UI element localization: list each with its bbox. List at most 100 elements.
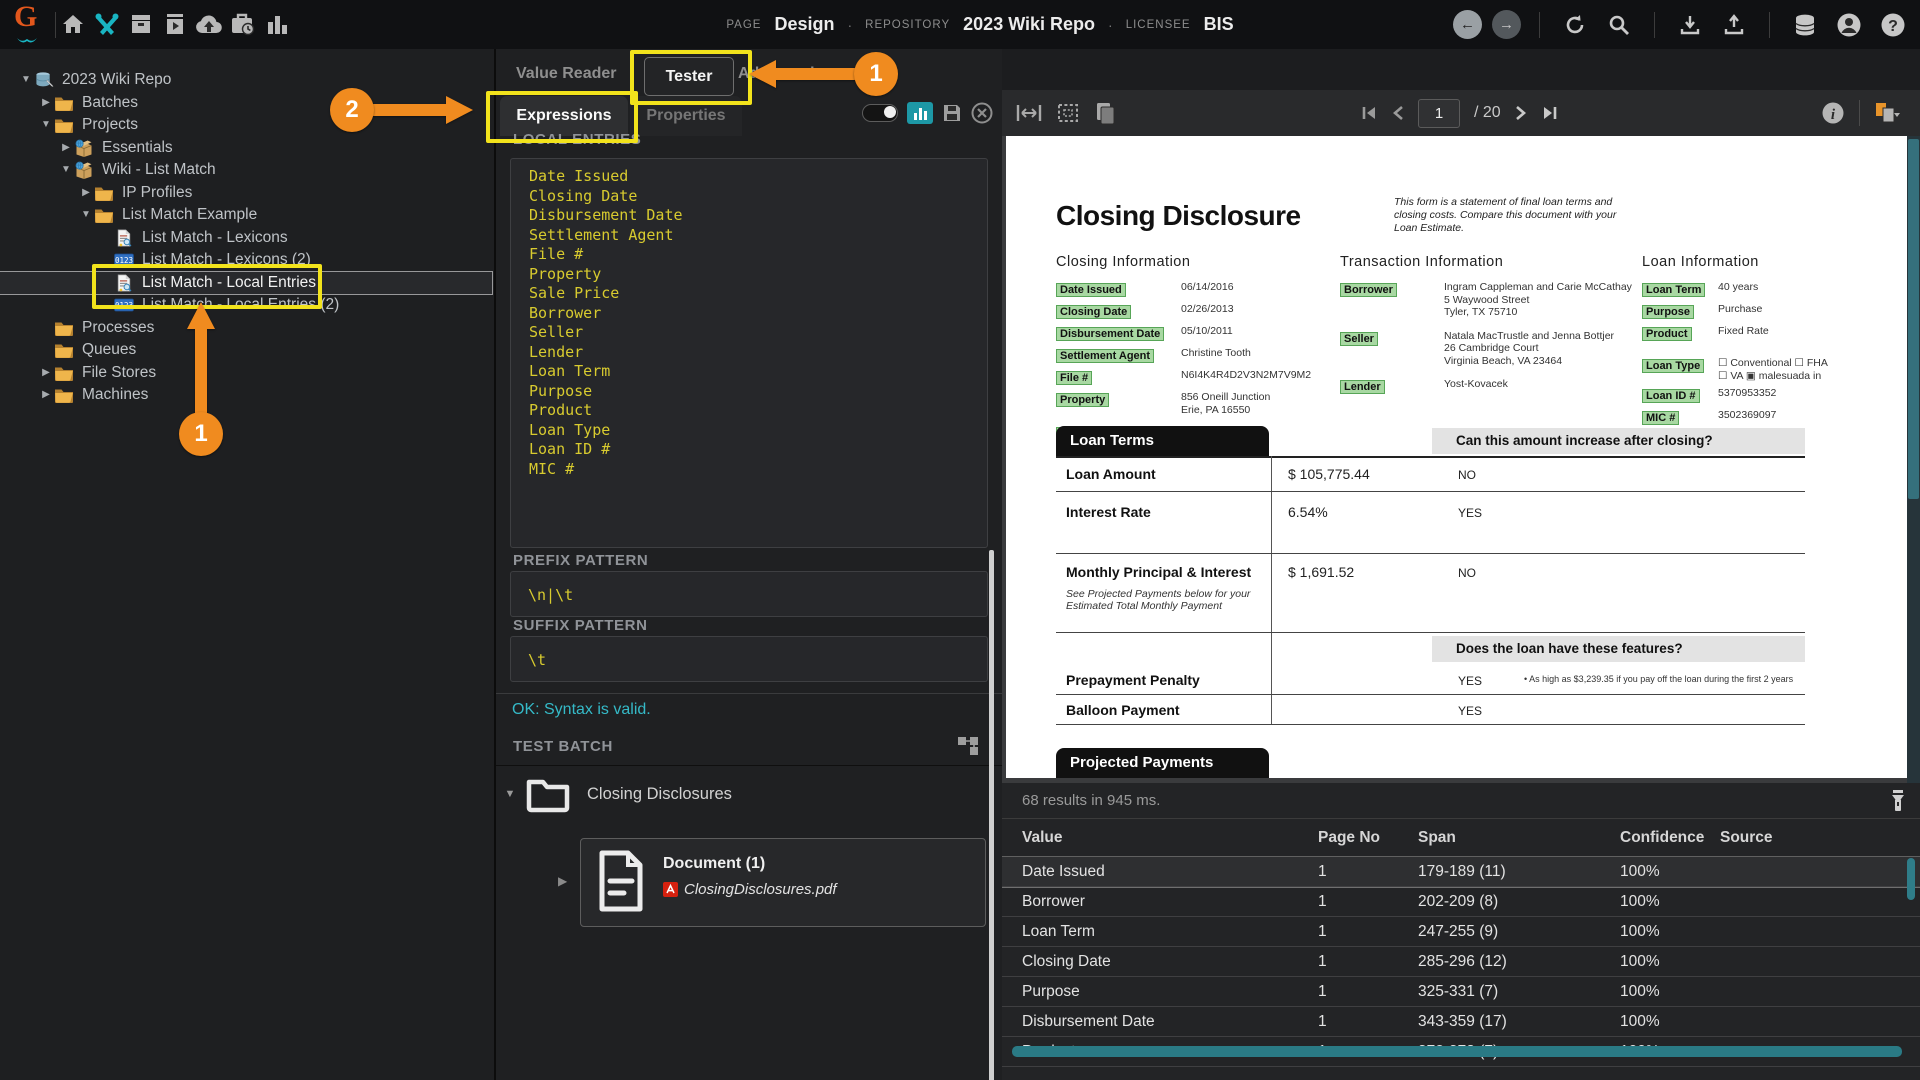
local-entry: Purpose xyxy=(529,381,593,400)
viewer-tools-left xyxy=(1016,90,1116,136)
tree-item-projects[interactable]: ▼ Projects xyxy=(0,114,494,137)
divider xyxy=(496,693,1002,694)
tree-item-queues[interactable]: Queues xyxy=(0,339,494,362)
chevron-right-icon[interactable]: ▶ xyxy=(38,362,54,385)
local-entry: Settlement Agent xyxy=(529,225,674,244)
download-icon[interactable] xyxy=(1673,8,1707,42)
batch-folder-row[interactable]: ▼ Closing Disclosures xyxy=(496,774,732,814)
suffix-pattern-input[interactable]: \t xyxy=(510,636,988,682)
results-cell: 100% xyxy=(1620,862,1660,880)
results-column-page-no[interactable]: Page No xyxy=(1318,829,1418,847)
chevron-right-icon[interactable]: ▶ xyxy=(38,384,54,407)
prepayment-penalty-label: Prepayment Penalty xyxy=(1066,672,1200,688)
layout-icon[interactable] xyxy=(1874,101,1904,125)
help-icon[interactable]: ? xyxy=(1876,8,1910,42)
upload-icon[interactable] xyxy=(1717,8,1751,42)
refresh-icon[interactable] xyxy=(1558,8,1592,42)
local-entry: Product xyxy=(529,401,593,419)
chart-icon[interactable] xyxy=(907,102,933,124)
results-row-closing-date[interactable]: Closing Date 1 285-296 (12) 100% xyxy=(1002,947,1920,977)
expander-icon[interactable]: ▶ xyxy=(558,874,567,888)
tree-item-list-match-lexicons[interactable]: List Match - Lexicons xyxy=(0,227,494,250)
results-row-disbursement-date[interactable]: Disbursement Date 1 343-359 (17) 100% xyxy=(1002,1007,1920,1037)
doc-field-row: Property 856 Oneill Junction Erie, PA 165… xyxy=(1056,390,1311,416)
prefix-pattern-input[interactable]: \n|\t xyxy=(510,571,988,617)
first-page-icon[interactable] xyxy=(1360,105,1378,121)
document-icon xyxy=(599,850,643,912)
tree-item-wiki-list-match[interactable]: ▼ Wiki - List Match xyxy=(0,159,494,182)
batch-document-card[interactable]: Document (1) ClosingDisclosures.pdf xyxy=(580,838,986,927)
tree-item-essentials[interactable]: ▶ Essentials xyxy=(0,137,494,160)
chevron-down-icon[interactable]: ▼ xyxy=(58,159,74,182)
expander-icon[interactable]: ▼ xyxy=(501,788,519,800)
document-page[interactable]: Closing Disclosure This form is a statem… xyxy=(1006,136,1907,778)
chevron-right-icon[interactable]: ▶ xyxy=(78,182,94,205)
page-value[interactable]: Design xyxy=(774,14,834,35)
chevron-down-icon[interactable]: ▼ xyxy=(38,114,54,137)
repository-label: REPOSITORY xyxy=(865,18,951,31)
local-entry: Borrower xyxy=(529,303,602,322)
tree-item-label: Wiki - List Match xyxy=(102,161,216,178)
page-number-input[interactable]: 1 xyxy=(1418,98,1460,128)
document-viewer[interactable]: Closing Disclosure This form is a statem… xyxy=(1002,136,1920,783)
chevron-right-icon[interactable]: ▶ xyxy=(38,92,54,115)
chevron-down-icon[interactable]: ▼ xyxy=(78,204,94,227)
viewer-toolbar: 1 / 20 i xyxy=(1002,90,1920,137)
table-line xyxy=(1056,724,1805,725)
forward-icon[interactable]: → xyxy=(1492,10,1521,39)
tree-item-machines[interactable]: ▶ Machines xyxy=(0,384,494,407)
database-icon[interactable] xyxy=(1788,8,1822,42)
prev-page-icon[interactable] xyxy=(1392,105,1404,121)
prepayment-penalty-note: • As high as $3,239.35 if you pay off th… xyxy=(1524,674,1794,684)
info-icon[interactable]: i xyxy=(1821,101,1845,125)
results-cell: 1 xyxy=(1318,922,1327,940)
results-status-bar: 68 results in 945 ms. xyxy=(1002,783,1920,819)
results-row-loan-term[interactable]: Loan Term 1 247-255 (9) 100% xyxy=(1002,917,1920,947)
tree-item-processes[interactable]: Processes xyxy=(0,317,494,340)
results-column-span[interactable]: Span xyxy=(1418,829,1620,847)
doc-field-value: Purchase xyxy=(1718,303,1763,315)
results-column-source[interactable]: Source xyxy=(1720,829,1920,847)
doc-field-label-highlight: Borrower xyxy=(1340,283,1397,297)
doc-field-value: Natala MacTrustle and Jenna Bottjer 26 C… xyxy=(1444,329,1615,367)
tree-item-file-stores[interactable]: ▶ File Stores xyxy=(0,362,494,385)
last-page-icon[interactable] xyxy=(1541,105,1559,121)
save-icon[interactable] xyxy=(942,103,962,123)
monthly-pi-label: Monthly Principal & Interest xyxy=(1066,564,1252,580)
results-horizontal-scrollbar[interactable] xyxy=(1012,1046,1902,1057)
results-column-confidence[interactable]: Confidence xyxy=(1620,829,1720,847)
local-entries-editor[interactable]: Date Issued Closing Date Disbursement Date… xyxy=(510,158,988,548)
results-cell: 1 xyxy=(1318,862,1327,880)
folder-icon xyxy=(54,364,76,382)
batch-hierarchy-icon[interactable] xyxy=(956,735,980,757)
region-icon[interactable] xyxy=(1056,102,1080,124)
doc-field-row: File # N6I4K4R4D2V3N2M7V9M2 xyxy=(1056,368,1311,386)
repository-value[interactable]: 2023 Wiki Repo xyxy=(963,14,1095,35)
toggle-icon[interactable] xyxy=(862,104,898,122)
doc-field-value: ☐ Conventional ☐ FHA ☐ VA ▣ malesuada in xyxy=(1718,357,1828,382)
user-icon[interactable] xyxy=(1832,8,1866,42)
search-icon[interactable] xyxy=(1602,8,1636,42)
results-cell: Borrower xyxy=(1022,892,1085,910)
next-page-icon[interactable] xyxy=(1515,105,1527,121)
results-row-purpose[interactable]: Purpose 1 325-331 (7) 100% xyxy=(1002,977,1920,1007)
results-column-value[interactable]: Value xyxy=(1022,829,1318,847)
tree-item-ip-profiles[interactable]: ▶ IP Profiles xyxy=(0,182,494,205)
clear-results-icon[interactable] xyxy=(1890,789,1906,813)
results-row-borrower[interactable]: Borrower 1 202-209 (8) 100% xyxy=(1002,887,1920,917)
copy-icon[interactable] xyxy=(1094,101,1116,125)
chevron-right-icon[interactable]: ▶ xyxy=(58,137,74,160)
syntax-status: OK: Syntax is valid. xyxy=(512,701,651,718)
tab-value-reader[interactable]: Value Reader xyxy=(516,65,617,83)
back-icon[interactable]: ← xyxy=(1453,10,1482,39)
viewer-scrollbar[interactable] xyxy=(1907,136,1920,783)
tree-item-list-match-example[interactable]: ▼ List Match Example xyxy=(0,204,494,227)
chevron-down-icon[interactable]: ▼ xyxy=(18,69,34,92)
results-row-date-issued[interactable]: Date Issued 1 179-189 (11) 100% xyxy=(1002,857,1920,887)
panel-splitter[interactable] xyxy=(989,550,994,1080)
doc-field-label-highlight: MIC # xyxy=(1642,411,1680,425)
fit-width-icon[interactable] xyxy=(1016,103,1042,123)
results-vertical-scrollbar[interactable] xyxy=(1907,858,1915,900)
close-icon[interactable] xyxy=(971,102,993,124)
tree-item-2023-wiki-repo[interactable]: ▼ 2023 Wiki Repo xyxy=(0,69,494,92)
